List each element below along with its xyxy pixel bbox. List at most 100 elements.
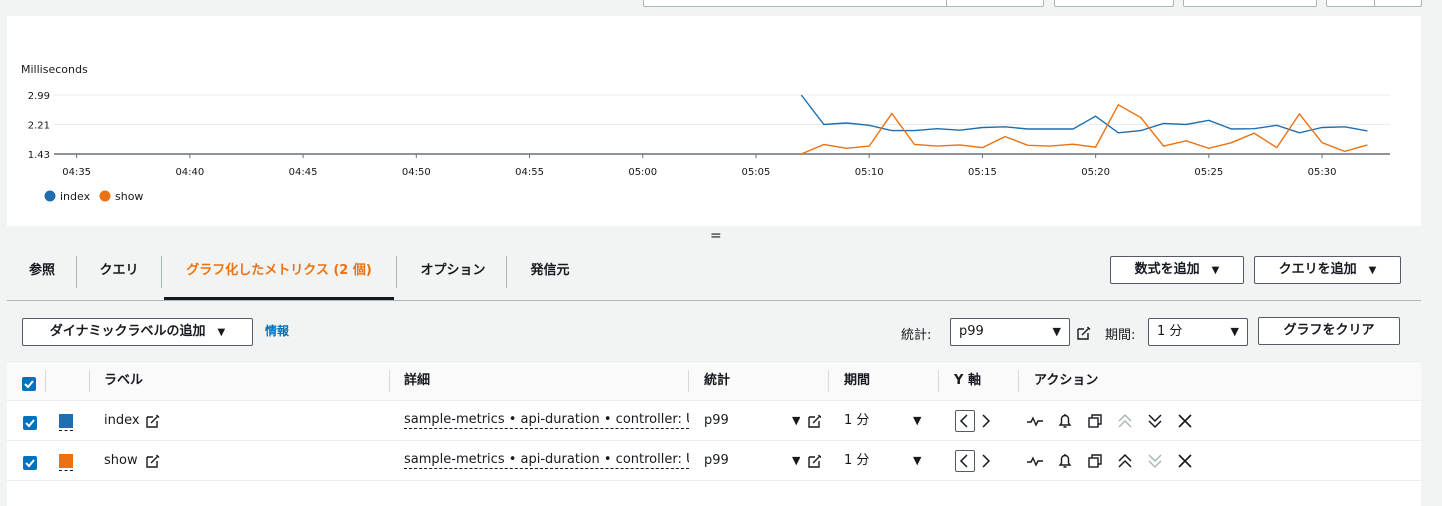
column-header-period[interactable]: 期間 — [844, 362, 870, 400]
top-control-6[interactable] — [1374, 0, 1422, 7]
caret-down-icon: ▼ — [1211, 265, 1220, 276]
series-color-swatch[interactable] — [59, 414, 73, 428]
select-all-checkbox[interactable] — [22, 377, 36, 391]
close-icon[interactable] — [1176, 452, 1194, 470]
column-header-label[interactable]: ラベル — [104, 362, 143, 400]
tab-browse[interactable]: 参照 — [21, 246, 63, 298]
column-header-y-axis[interactable]: Y 軸 — [954, 362, 981, 400]
check-icon — [24, 380, 34, 389]
x-tick-label: 05:20 — [1081, 167, 1110, 178]
row-statistic[interactable]: p99 — [704, 441, 729, 480]
series-line-index — [800, 94, 1368, 134]
period-select[interactable]: 1 分 ▼ — [1148, 318, 1248, 346]
add-query-button[interactable]: クエリを追加 ▼ — [1254, 256, 1401, 284]
edit-statistic-icon[interactable] — [808, 414, 822, 428]
tab-query[interactable]: クエリ — [91, 246, 147, 298]
row-label: show — [104, 453, 138, 468]
edit-icon[interactable] — [1077, 326, 1091, 340]
top-control-4[interactable] — [1183, 0, 1317, 7]
y-tick-label: 1.43 — [28, 150, 50, 161]
row-period[interactable]: 1 分 — [844, 401, 869, 440]
period-select-value: 1 分 — [1157, 324, 1183, 339]
info-link[interactable]: 情報 — [265, 322, 289, 339]
column-header-actions: アクション — [1034, 373, 1099, 388]
x-tick-label: 04:40 — [175, 167, 204, 178]
top-control-5[interactable] — [1326, 0, 1376, 7]
stat-select-value: p99 — [959, 324, 984, 339]
series-color-swatch[interactable] — [59, 454, 73, 468]
top-control-2[interactable] — [946, 0, 1044, 7]
column-separator — [45, 370, 46, 392]
move-up-icon[interactable] — [1116, 412, 1134, 430]
caret-down-icon[interactable]: ▼ — [913, 401, 921, 440]
clear-graph-button[interactable]: グラフをクリア — [1258, 317, 1400, 345]
column-header-statistic[interactable]: 統計 — [704, 362, 730, 400]
top-controls-strip — [0, 0, 1442, 16]
duplicate-icon[interactable] — [1086, 452, 1104, 470]
column-separator — [938, 370, 939, 392]
tab-separator — [76, 256, 77, 288]
x-tick-label: 05:10 — [855, 167, 884, 178]
line-chart: 2.99 2.21 1.43 04:35 04:40 04:45 04:50 04:55 05:… — [28, 91, 1390, 203]
add-math-button[interactable]: 数式を追加 ▼ — [1110, 256, 1244, 284]
column-header-details[interactable]: 詳細 — [404, 362, 430, 400]
swatch-underline — [59, 470, 73, 471]
row-details[interactable]: sample-metrics • api-duration • controll… — [404, 412, 689, 429]
pulse-icon[interactable] — [1026, 412, 1044, 430]
tab-source[interactable]: 発信元 — [522, 246, 578, 298]
bell-icon[interactable] — [1056, 452, 1074, 470]
dynamic-label-button[interactable]: ダイナミックラベルの追加 ▼ — [22, 318, 253, 346]
y-axis-left-button[interactable] — [955, 410, 975, 432]
tab-graphed-metrics[interactable]: グラフ化したメトリクス (2 個) — [164, 246, 394, 300]
top-control-3[interactable] — [1054, 0, 1174, 7]
panel-splitter-handle[interactable]: = — [710, 229, 722, 243]
chevron-right-icon[interactable] — [977, 452, 995, 470]
move-up-icon[interactable] — [1116, 452, 1134, 470]
caret-down-icon[interactable]: ▼ — [913, 441, 921, 480]
caret-down-icon[interactable]: ▼ — [792, 441, 800, 480]
edit-label-icon[interactable] — [146, 454, 160, 468]
y-tick-label: 2.99 — [28, 91, 50, 102]
move-down-icon[interactable] — [1146, 412, 1164, 430]
bell-icon[interactable] — [1056, 412, 1074, 430]
close-icon[interactable] — [1176, 412, 1194, 430]
x-tick-label: 05:15 — [968, 167, 997, 178]
pulse-icon[interactable] — [1026, 452, 1044, 470]
row-details[interactable]: sample-metrics • api-duration • controll… — [404, 452, 689, 469]
caret-down-icon: ▼ — [1368, 265, 1377, 276]
edit-label-icon[interactable] — [146, 414, 160, 428]
column-separator — [1018, 370, 1019, 392]
row-statistic[interactable]: p99 — [704, 401, 729, 440]
row-label: index — [104, 413, 140, 428]
stat-label: 統計: — [901, 328, 932, 343]
tab-separator — [506, 256, 507, 288]
column-separator — [828, 370, 829, 392]
x-tick-label: 04:35 — [62, 167, 91, 178]
caret-down-icon: ▼ — [1230, 325, 1239, 338]
tab-bar: 参照 クエリ グラフ化したメトリクス (2 個) オプション 発信元 数式を追加… — [7, 246, 1421, 301]
dynamic-label-text: ダイナミックラベルの追加 — [49, 324, 206, 339]
chart-panel: Milliseconds 2.99 2.21 1.43 04:35 04:40 04:45… — [7, 16, 1421, 226]
y-axis-left-button[interactable] — [955, 450, 975, 472]
tab-separator — [396, 256, 397, 288]
x-tick-label: 05:05 — [742, 167, 771, 178]
row-checkbox[interactable] — [23, 456, 37, 470]
x-tick-label: 05:25 — [1194, 167, 1223, 178]
duplicate-icon[interactable] — [1086, 412, 1104, 430]
add-query-label: クエリを追加 — [1278, 262, 1357, 277]
legend-label-index: index — [60, 190, 91, 203]
row-checkbox[interactable] — [23, 416, 37, 430]
row-period[interactable]: 1 分 — [844, 441, 869, 480]
x-tick-label: 05:00 — [628, 167, 657, 178]
x-tick-label: 04:45 — [289, 167, 318, 178]
check-icon — [25, 419, 35, 428]
chevron-right-icon[interactable] — [977, 412, 995, 430]
chevron-left-icon — [959, 414, 968, 428]
x-tick-label: 05:30 — [1308, 167, 1337, 178]
stat-select[interactable]: p99 ▼ — [950, 318, 1070, 346]
tab-options[interactable]: オプション — [410, 246, 496, 298]
top-control-1[interactable] — [643, 0, 948, 7]
caret-down-icon[interactable]: ▼ — [792, 401, 800, 440]
move-down-icon[interactable] — [1146, 452, 1164, 470]
edit-statistic-icon[interactable] — [808, 454, 822, 468]
